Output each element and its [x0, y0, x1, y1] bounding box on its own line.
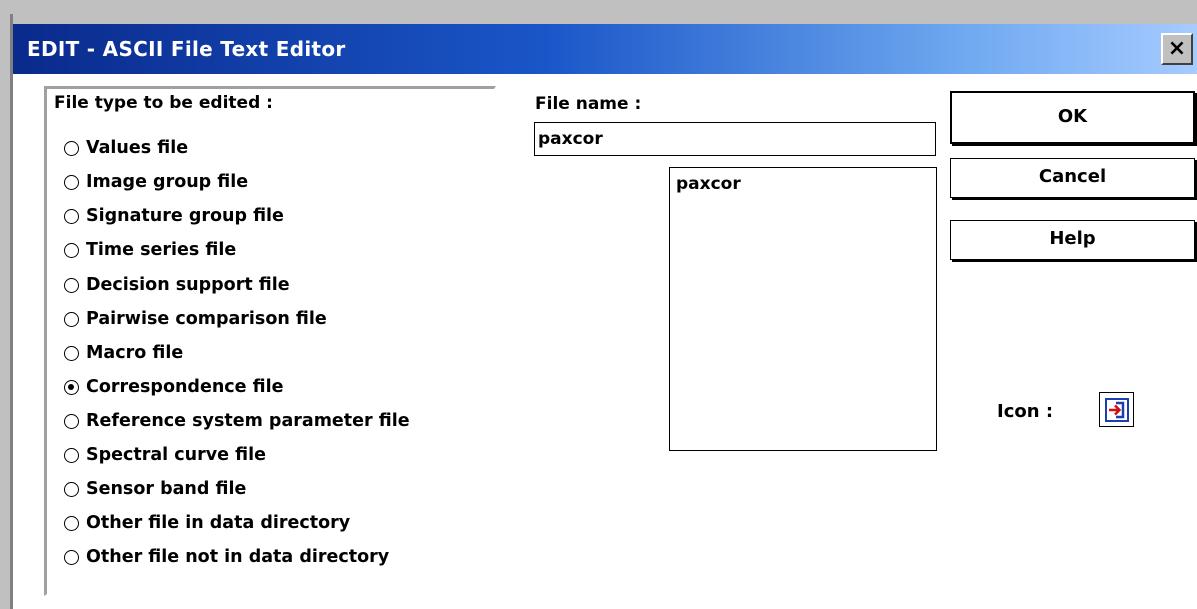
radio-spectral-curve-file[interactable]: Spectral curve file	[64, 442, 266, 468]
radio-other-file-in-data-directory[interactable]: Other file in data directory	[64, 510, 350, 536]
radio-label: Image group file	[86, 172, 249, 192]
radio-button-selected[interactable]	[64, 379, 79, 395]
radio-signature-group-file[interactable]: Signature group file	[64, 203, 284, 229]
radio-time-series-file[interactable]: Time series file	[64, 237, 236, 263]
radio-macro-file[interactable]: Macro file	[64, 340, 183, 366]
radio-label: Sensor band file	[86, 479, 247, 499]
file-type-group-title: File type to be edited :	[54, 93, 273, 113]
import-arrow-icon-graphic	[1104, 397, 1129, 422]
radio-label: Pairwise comparison file	[86, 309, 327, 329]
radio-values-file[interactable]: Values file	[64, 135, 188, 161]
window-frame-left	[0, 0, 10, 609]
radio-label: Correspondence file	[86, 377, 284, 397]
radio-other-file-not-in-data-directory[interactable]: Other file not in data directory	[64, 544, 389, 570]
help-button[interactable]: Help	[950, 220, 1195, 260]
title-bar[interactable]: EDIT - ASCII File Text Editor ×	[13, 24, 1197, 74]
list-item[interactable]: paxcor	[676, 174, 741, 194]
radio-label: Decision support file	[86, 275, 290, 295]
radio-image-group-file[interactable]: Image group file	[64, 169, 248, 195]
dialog-body: File type to be edited : Values file Ima…	[13, 74, 1197, 609]
radio-label: Macro file	[86, 343, 184, 363]
window-title: EDIT - ASCII File Text Editor	[27, 37, 346, 61]
radio-label: Other file in data directory	[86, 513, 351, 533]
radio-label: Reference system parameter file	[86, 411, 410, 431]
radio-button[interactable]	[64, 413, 79, 429]
icon-label: Icon :	[997, 401, 1054, 422]
radio-correspondence-file[interactable]: Correspondence file	[64, 374, 283, 400]
cancel-button[interactable]: Cancel	[950, 158, 1195, 198]
radio-button[interactable]	[64, 549, 79, 565]
close-icon: ×	[1167, 36, 1187, 61]
radio-button[interactable]	[64, 515, 79, 531]
radio-reference-system-parameter-file[interactable]: Reference system parameter file	[64, 408, 410, 434]
import-arrow-icon[interactable]	[1099, 392, 1134, 427]
radio-sensor-band-file[interactable]: Sensor band file	[64, 476, 246, 502]
radio-pairwise-comparison-file[interactable]: Pairwise comparison file	[64, 306, 327, 332]
radio-label: Spectral curve file	[86, 445, 266, 465]
radio-label: Values file	[86, 138, 189, 158]
radio-button[interactable]	[64, 447, 79, 463]
file-type-group: File type to be edited : Values file Ima…	[44, 86, 496, 596]
radio-button[interactable]	[64, 242, 79, 258]
window-frame-top	[0, 0, 1197, 14]
ok-button[interactable]: OK	[950, 91, 1195, 144]
radio-label: Signature group file	[86, 206, 284, 226]
radio-button[interactable]	[64, 140, 79, 156]
file-name-input[interactable]	[534, 122, 936, 156]
radio-button[interactable]	[64, 481, 79, 497]
file-name-label: File name :	[535, 94, 642, 114]
radio-button[interactable]	[64, 174, 79, 190]
radio-decision-support-file[interactable]: Decision support file	[64, 272, 290, 298]
dialog-window: EDIT - ASCII File Text Editor × File typ…	[0, 0, 1197, 609]
radio-button[interactable]	[64, 311, 79, 327]
radio-button[interactable]	[64, 345, 79, 361]
radio-label: Time series file	[86, 240, 237, 260]
close-button[interactable]: ×	[1161, 33, 1193, 65]
radio-button[interactable]	[64, 208, 79, 224]
radio-button[interactable]	[64, 277, 79, 293]
radio-label: Other file not in data directory	[86, 547, 390, 567]
file-listbox[interactable]: paxcor	[669, 167, 937, 451]
